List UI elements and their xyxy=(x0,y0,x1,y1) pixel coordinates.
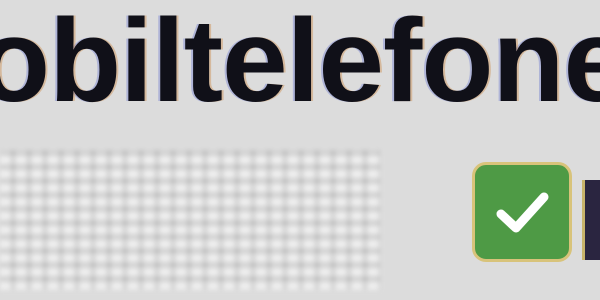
page: obiltelefoner xyxy=(0,0,600,300)
select-checkbox[interactable] xyxy=(472,162,572,262)
product-image xyxy=(0,150,380,290)
cropped-label-edge xyxy=(582,180,600,260)
checkmark-icon xyxy=(496,192,549,233)
category-heading: obiltelefoner xyxy=(0,0,600,127)
